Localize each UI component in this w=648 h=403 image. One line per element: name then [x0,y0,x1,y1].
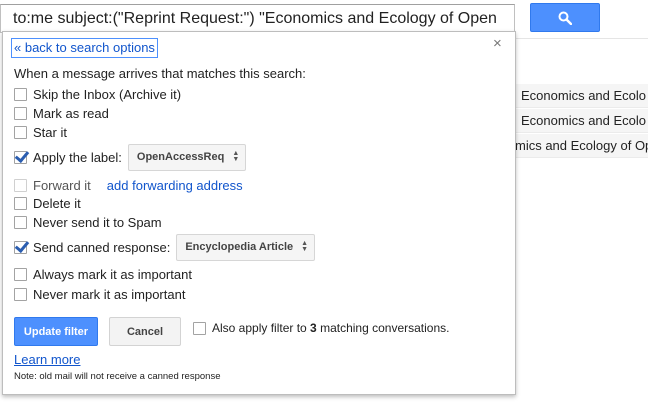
never-spam-label: Never send it to Spam [33,214,162,230]
mark-read-label: Mark as read [33,105,109,121]
canned-response-checkbox[interactable] [14,240,27,254]
up-down-arrows-icon: ▲ ▼ [301,240,309,253]
conversation-row[interactable]: Economics and Ecolo [515,109,648,133]
canned-response-note: Note: old mail will not receive a canned… [14,371,221,382]
always-important-checkbox[interactable] [14,267,27,281]
star-it-label: Star it [33,124,67,140]
conversation-row[interactable]: Economics and Ecolo [515,84,648,108]
create-filter-dialog: « back to search options × When a messag… [2,31,516,395]
delete-it-checkbox[interactable] [14,196,27,210]
option-never-spam[interactable]: Never send it to Spam [14,213,162,231]
skip-inbox-label: Skip the Inbox (Archive it) [33,86,182,102]
never-important-checkbox[interactable] [14,287,27,301]
apply-also-prefix: Also apply filter to [212,321,311,335]
never-spam-checkbox[interactable] [14,215,27,229]
toolbar-divider [515,38,648,39]
option-never-important[interactable]: Never mark it as important [14,285,185,303]
canned-response-select[interactable]: Encyclopedia Article ▲ ▼ [176,233,316,261]
forward-it-label: Forward it [33,177,91,193]
always-important-label: Always mark it as important [33,266,192,282]
canned-response-label: Send canned response: [33,239,171,255]
update-filter-button[interactable]: Update filter [14,317,98,346]
back-to-search-options-link[interactable]: « back to search options [11,38,158,58]
apply-label-label: Apply the label: [33,149,122,165]
search-input[interactable]: to:me subject:("Reprint Request:") "Econ… [0,4,515,33]
filter-intro-text: When a message arrives that matches this… [14,66,306,81]
never-important-label: Never mark it as important [33,286,186,302]
option-star-it[interactable]: Star it [14,123,67,141]
add-forwarding-address-link[interactable]: add forwarding address [107,178,243,193]
option-always-important[interactable]: Always mark it as important [14,265,192,283]
conversation-row[interactable]: mics and Ecology of Op [515,134,648,158]
star-it-checkbox[interactable] [14,125,27,139]
delete-it-label: Delete it [33,195,81,211]
option-forward-it[interactable]: Forward it add forwarding address [14,176,243,194]
search-icon [558,11,572,25]
matching-count: 3 [310,321,317,335]
option-skip-inbox[interactable]: Skip the Inbox (Archive it) [14,85,181,103]
apply-label-checkbox[interactable] [14,150,27,164]
option-apply-label[interactable]: Apply the label: OpenAccessReq ▲ ▼ [14,143,247,171]
apply-to-existing-option[interactable]: Also apply filter to 3 matching conversa… [193,319,449,337]
label-select[interactable]: OpenAccessReq ▲ ▼ [127,143,247,171]
up-down-arrows-icon: ▲ ▼ [232,150,240,163]
cancel-button[interactable]: Cancel [109,317,181,346]
apply-also-suffix: matching conversations. [316,321,450,335]
apply-to-existing-checkbox[interactable] [193,321,206,335]
option-canned-response[interactable]: Send canned response: Encyclopedia Artic… [14,233,316,261]
mark-read-checkbox[interactable] [14,106,27,120]
option-delete-it[interactable]: Delete it [14,194,81,212]
skip-inbox-checkbox[interactable] [14,87,27,101]
label-select-value: OpenAccessReq [136,151,225,163]
close-icon[interactable]: × [493,36,502,52]
forward-it-checkbox[interactable] [14,178,27,192]
option-mark-read[interactable]: Mark as read [14,104,109,122]
canned-response-select-value: Encyclopedia Article [185,241,294,253]
search-button[interactable] [530,3,600,32]
learn-more-link[interactable]: Learn more [14,352,80,367]
